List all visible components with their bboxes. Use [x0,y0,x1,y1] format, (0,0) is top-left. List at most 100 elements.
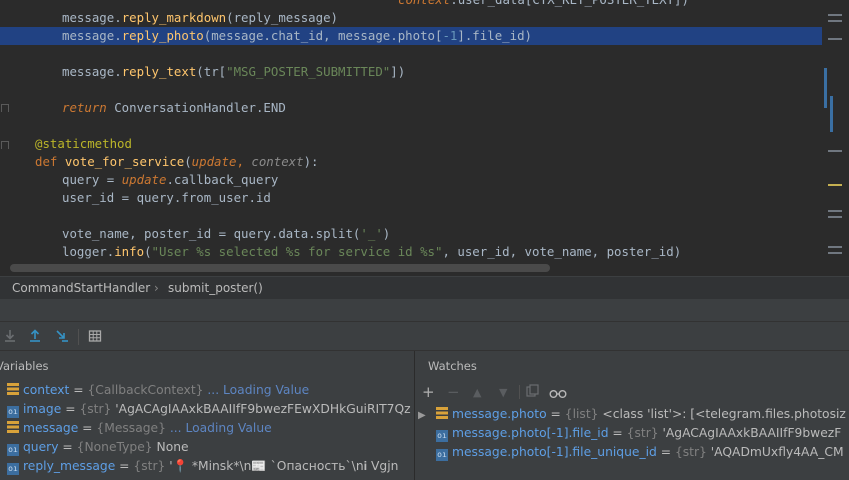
code-token: ]) [390,64,406,79]
var-load: ... Loading Value [203,383,310,397]
glasses-icon[interactable] [549,385,567,403]
code-token: -1 [442,28,458,43]
stripe-mark[interactable] [828,184,842,186]
error-stripe[interactable] [822,0,849,276]
code-line[interactable]: def vote_for_service(update, context): [0,153,822,171]
fold-marker[interactable] [1,104,9,112]
code-line[interactable]: return ConversationHandler.END [0,99,822,117]
object-icon: oı [436,430,448,442]
stripe-mark[interactable] [828,246,842,248]
code-line[interactable]: message.reply_markdown(reply_message) [0,9,822,27]
code-token: ) [681,0,688,7]
stripe-mark[interactable] [828,38,842,40]
code-token: query = [62,172,122,187]
code-line[interactable]: user_id = query.from_user.id [0,189,822,207]
code-line[interactable]: query = update.callback_query [0,171,822,189]
variable-row[interactable]: oı reply_message = {str} '📍 *Minsk*\n📰 `О… [0,457,413,476]
fold-marker[interactable] [1,141,9,149]
toolbar-divider [78,329,79,345]
variable-row[interactable]: oı image = {str} 'AgACAgIAAxkBAAIIfF9bwez… [0,400,413,419]
var-val: = [546,407,565,421]
step-icon[interactable] [54,329,70,345]
code-line[interactable] [0,45,822,63]
var-val: = [608,426,627,440]
watch-row[interactable]: oı message.photo[-1].file_unique_id = {st… [418,443,849,462]
stripe-mark[interactable] [828,210,842,212]
list-icon [7,383,19,395]
code-line[interactable]: logger.info("User %s selected %s for ser… [0,243,822,261]
code-token: vote_for_service [64,154,185,169]
code-token: def [35,154,65,169]
var-name: message.photo[-1].file_unique_id [452,445,657,459]
arrow-down-icon[interactable]: ▼ [499,386,507,399]
plus-icon[interactable]: + [422,383,435,401]
download-icon[interactable] [2,329,18,345]
toolbar-divider [519,385,520,399]
variable-row[interactable]: oı query = {NoneType} None [0,438,413,457]
code-line[interactable]: message.reply_text(tr["MSG_POSTER_SUBMIT… [0,63,822,81]
var-name: message.photo[-1].file_id [452,426,609,440]
panel-divider[interactable] [414,351,415,480]
code-editor[interactable]: context.user_data[CTX_KEY_POSTER_TEXT])m… [0,0,849,276]
code-token: message. [62,64,122,79]
code-line[interactable] [0,207,822,225]
watch-row[interactable]: ▶ message.photo = {list} <class 'list'>: … [418,405,849,424]
variable-row[interactable]: context = {CallbackContext} ... Loading … [0,381,413,400]
breadcrumb: CommandStartHandler › submit_poster() [0,276,849,299]
code-token: context [251,154,304,169]
code-line[interactable]: message.reply_photo(message.chat_id, mes… [0,27,822,45]
horizontal-scrollbar[interactable] [10,264,550,272]
change-marker[interactable] [830,96,833,132]
stripe-mark[interactable] [828,150,842,152]
code-line[interactable] [0,81,822,99]
minus-icon[interactable]: − [447,383,460,401]
var-name: message.photo [452,407,547,421]
code-token: message. [62,10,122,25]
var-val: = [69,383,88,397]
code-token: logger. [62,244,115,259]
var-name: query [23,440,59,454]
arrow-up-icon[interactable]: ▲ [473,386,481,399]
change-marker[interactable] [824,68,827,108]
var-val: = [656,445,675,459]
code-token: ): [303,154,319,169]
code-line[interactable]: vote_name, poster_id = query.data.split(… [0,225,822,243]
stripe-mark[interactable] [828,252,842,254]
copy-icon[interactable] [526,384,539,402]
code-token: (reply_message) [226,10,339,25]
code-token: ) [382,226,391,241]
code-token: ( [144,244,152,259]
breadcrumb-class[interactable]: CommandStartHandler [12,277,150,299]
code-line[interactable]: context.user_data[CTX_KEY_POSTER_TEXT]) [0,0,822,9]
code-token: reply_markdown [121,10,227,25]
table-icon[interactable] [87,329,103,345]
code-token: (tr[ [196,64,227,79]
watch-row[interactable]: oı message.photo[-1].file_id = {str} 'AgA… [418,424,849,443]
variable-row[interactable]: message = {Message} ... Loading Value [0,419,413,438]
code-token: return [62,100,115,115]
code-token: reply_photo [121,28,204,43]
var-type: {str} [79,402,112,416]
stripe-mark[interactable] [828,14,842,16]
var-val: 'AQADmUxfly4AA_CM [706,445,844,459]
code-line[interactable] [0,117,822,135]
var-type: {str} [626,426,659,440]
var-val: 'AgACAgIAAxkBAAIIfF9bwezFEwXDHkGuiRIT7Qz [111,402,411,416]
expand-arrow-icon[interactable]: ▶ [418,406,436,424]
stripe-mark[interactable] [828,20,842,22]
var-name: context [23,383,70,397]
watches-title: Watches [428,359,477,373]
var-name: reply_message [23,459,116,473]
var-val: = [78,421,97,435]
code-token: "MSG_POSTER_SUBMITTED" [226,64,391,79]
var-name: message [23,421,79,435]
breadcrumb-method[interactable]: submit_poster() [168,277,263,299]
stripe-mark[interactable] [828,216,842,218]
code-line[interactable]: @staticmethod [0,135,822,153]
var-val: None [152,440,189,454]
code-token: context [398,0,450,7]
var-name: image [23,402,62,416]
code-token: user_data[CTX_KEY_POSTER_TEXT] [458,0,682,7]
var-type: {str} [133,459,166,473]
upload-icon[interactable] [27,329,43,345]
